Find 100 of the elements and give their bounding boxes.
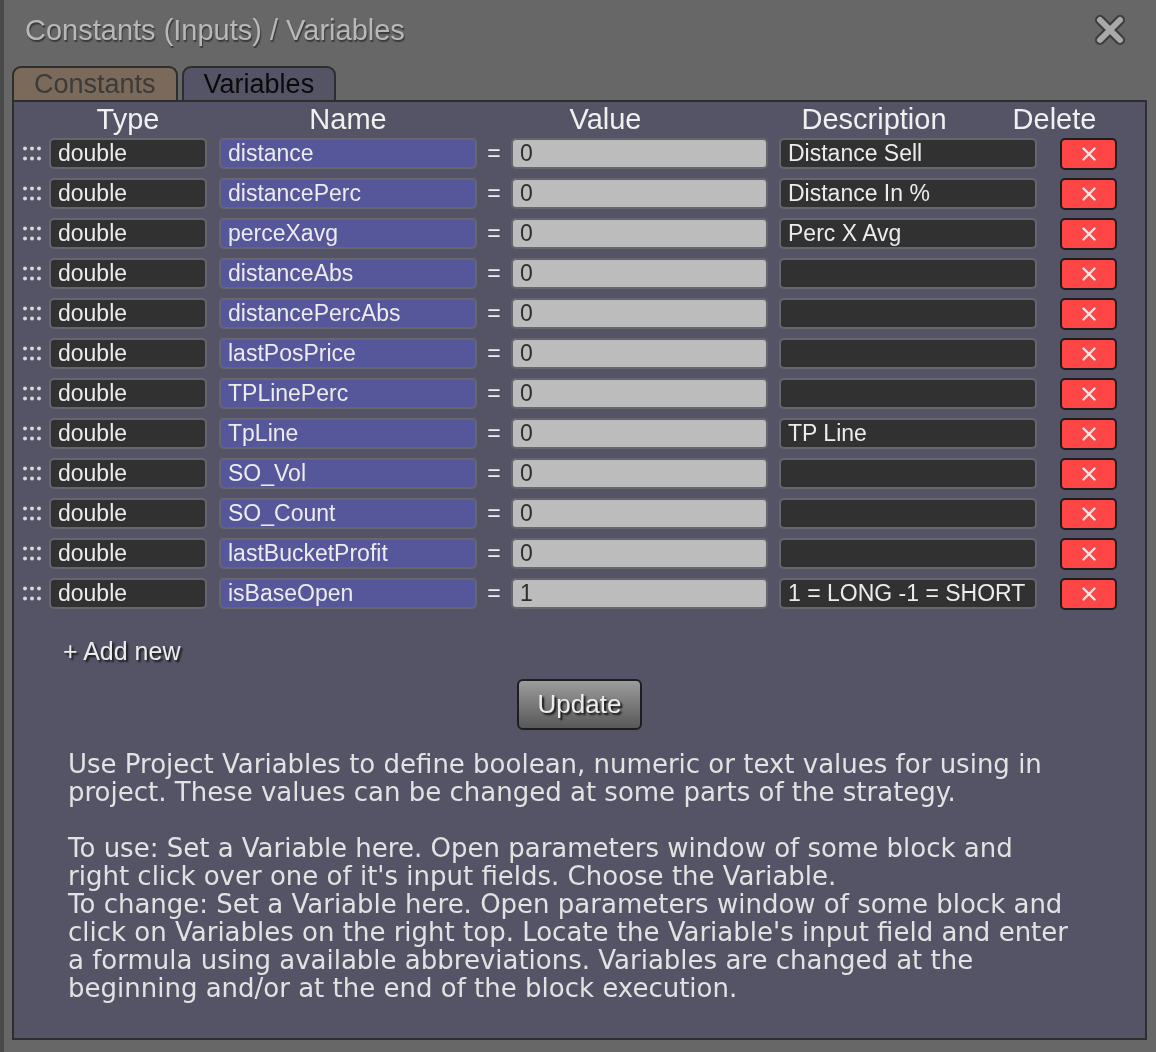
- value-field[interactable]: 0: [511, 338, 768, 369]
- delete-button[interactable]: [1060, 297, 1117, 330]
- name-field[interactable]: SO_Vol: [219, 458, 477, 489]
- delete-icon: [1081, 306, 1096, 321]
- delete-button[interactable]: [1060, 457, 1117, 490]
- description-field[interactable]: [779, 538, 1037, 569]
- name-field[interactable]: isBaseOpen: [219, 578, 477, 609]
- value-field[interactable]: 0: [511, 458, 768, 489]
- close-icon[interactable]: [1094, 14, 1126, 46]
- delete-icon: [1081, 386, 1096, 401]
- type-field[interactable]: double: [49, 458, 207, 489]
- description-field[interactable]: TP Line: [779, 418, 1037, 449]
- delete-button[interactable]: [1060, 177, 1117, 210]
- value-field[interactable]: 0: [511, 498, 768, 529]
- description-field[interactable]: [779, 498, 1037, 529]
- delete-button[interactable]: [1060, 377, 1117, 410]
- drag-handle-icon[interactable]: [22, 186, 41, 201]
- delete-icon: [1081, 266, 1096, 281]
- value-field[interactable]: 0: [511, 178, 768, 209]
- delete-icon: [1081, 146, 1096, 161]
- drag-handle-icon[interactable]: [22, 266, 41, 281]
- value-field[interactable]: 0: [511, 418, 768, 449]
- type-field[interactable]: double: [49, 258, 207, 289]
- equals-sign: =: [487, 220, 501, 247]
- column-header: Type: [96, 102, 160, 136]
- delete-icon: [1081, 426, 1096, 441]
- delete-button[interactable]: [1060, 217, 1117, 250]
- drag-handle-icon[interactable]: [22, 466, 41, 481]
- type-field[interactable]: double: [49, 418, 207, 449]
- equals-sign: =: [487, 300, 501, 327]
- delete-button[interactable]: [1060, 537, 1117, 570]
- value-field[interactable]: 1: [511, 578, 768, 609]
- description-field[interactable]: [779, 298, 1037, 329]
- value-field[interactable]: 0: [511, 138, 768, 169]
- type-field[interactable]: double: [49, 178, 207, 209]
- name-field[interactable]: distancePerc: [219, 178, 477, 209]
- help-text: To use: Set a Variable here. Open parameters window of some block and right click over one of it's input fields. Choose the Variable.: [68, 834, 1014, 890]
- drag-handle-icon[interactable]: [22, 426, 41, 441]
- drag-handle-icon[interactable]: [22, 306, 41, 321]
- delete-button[interactable]: [1060, 257, 1117, 290]
- delete-icon: [1081, 466, 1096, 481]
- help-text: Use Project Variables to define boolean, numeric or text values for using in project. These values can be changed at some parts of the strategy.: [68, 750, 1043, 806]
- value-field[interactable]: 0: [511, 258, 768, 289]
- name-field[interactable]: TPLinePerc: [219, 378, 477, 409]
- drag-handle-icon[interactable]: [22, 146, 41, 161]
- type-field[interactable]: double: [49, 578, 207, 609]
- equals-sign: =: [487, 180, 501, 207]
- type-field[interactable]: double: [49, 538, 207, 569]
- equals-sign: =: [487, 500, 501, 527]
- column-header: Value: [569, 102, 642, 136]
- type-field[interactable]: double: [49, 338, 207, 369]
- delete-button[interactable]: [1060, 497, 1117, 530]
- column-header: Description: [801, 102, 947, 136]
- value-field[interactable]: 0: [511, 298, 768, 329]
- help-text: To change: Set a Variable here. Open parameters window of some block and click on Variables on the right top. Locate the Variable's input field and enter a formula using available abbreviations. Variables are changed at the beginning and/or at the end of the block execution.: [68, 890, 1069, 1002]
- equals-sign: =: [487, 580, 501, 607]
- type-field[interactable]: double: [49, 138, 207, 169]
- equals-sign: =: [487, 380, 501, 407]
- name-field[interactable]: SO_Count: [219, 498, 477, 529]
- description-field[interactable]: [779, 378, 1037, 409]
- description-field[interactable]: [779, 258, 1037, 289]
- delete-button[interactable]: [1060, 577, 1117, 610]
- drag-handle-icon[interactable]: [22, 346, 41, 361]
- name-field[interactable]: distanceAbs: [219, 258, 477, 289]
- value-field[interactable]: 0: [511, 218, 768, 249]
- description-field[interactable]: [779, 458, 1037, 489]
- name-field[interactable]: lastPosPrice: [219, 338, 477, 369]
- drag-handle-icon[interactable]: [22, 546, 41, 561]
- description-field[interactable]: Distance Sell: [779, 138, 1037, 169]
- type-field[interactable]: double: [49, 498, 207, 529]
- delete-icon: [1081, 346, 1096, 361]
- add-new-link[interactable]: + Add new: [63, 637, 181, 666]
- name-field[interactable]: distancePercAbs: [219, 298, 477, 329]
- name-field[interactable]: distance: [219, 138, 477, 169]
- value-field[interactable]: 0: [511, 378, 768, 409]
- column-header: Name: [309, 102, 387, 136]
- delete-icon: [1081, 506, 1096, 521]
- equals-sign: =: [487, 420, 501, 447]
- description-field[interactable]: 1 = LONG -1 = SHORT: [779, 578, 1037, 609]
- type-field[interactable]: double: [49, 218, 207, 249]
- description-field[interactable]: Distance In %: [779, 178, 1037, 209]
- description-field[interactable]: Perc X Avg: [779, 218, 1037, 249]
- type-field[interactable]: double: [49, 298, 207, 329]
- value-field[interactable]: 0: [511, 538, 768, 569]
- drag-handle-icon[interactable]: [22, 586, 41, 601]
- name-field[interactable]: perceXavg: [219, 218, 477, 249]
- drag-handle-icon[interactable]: [22, 386, 41, 401]
- name-field[interactable]: lastBucketProfit: [219, 538, 477, 569]
- equals-sign: =: [487, 140, 501, 167]
- delete-button[interactable]: [1060, 337, 1117, 370]
- description-field[interactable]: [779, 338, 1037, 369]
- delete-button[interactable]: [1060, 137, 1117, 170]
- update-button[interactable]: Update: [517, 679, 642, 730]
- delete-button[interactable]: [1060, 417, 1117, 450]
- name-field[interactable]: TpLine: [219, 418, 477, 449]
- type-field[interactable]: double: [49, 378, 207, 409]
- drag-handle-icon[interactable]: [22, 506, 41, 521]
- delete-icon: [1081, 226, 1096, 241]
- column-header: Delete: [1012, 102, 1097, 136]
- drag-handle-icon[interactable]: [22, 226, 41, 241]
